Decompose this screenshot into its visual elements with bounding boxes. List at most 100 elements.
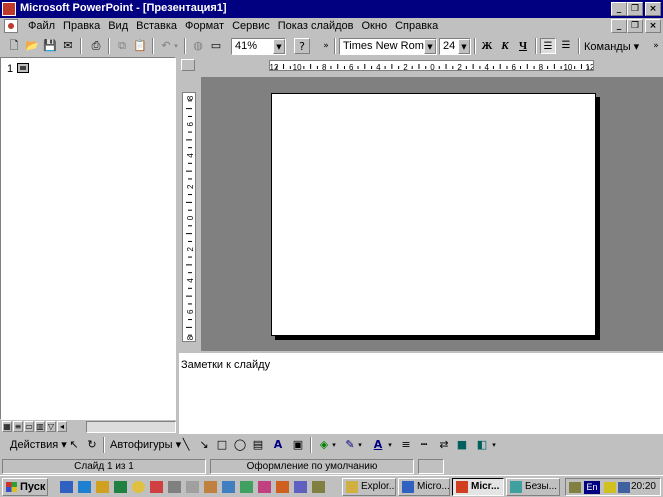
horizontal-ruler[interactable]: 12 10 8 6 4 2 0 2 4 6 8 10 12: [269, 60, 594, 71]
text-box-icon[interactable]: ▤: [250, 437, 266, 453]
clock[interactable]: 20:20: [631, 481, 656, 492]
italic-button[interactable]: К: [496, 38, 514, 54]
font-color-dropdown-icon[interactable]: ▾: [386, 437, 394, 453]
quick-launch-folder-icon[interactable]: [204, 481, 217, 493]
notes-pane[interactable]: Заметки к слайду: [179, 351, 663, 434]
vertical-ruler[interactable]: 8 6 4 2 0 2 4 6 8: [182, 92, 196, 342]
line-tool-icon[interactable]: ╲: [178, 437, 194, 453]
quick-launch-disk-icon[interactable]: [186, 481, 199, 493]
font-size-select[interactable]: 24 ▼: [439, 38, 471, 55]
task-explorer[interactable]: Explor...: [342, 478, 396, 496]
close-button[interactable]: ×: [645, 2, 661, 16]
quick-launch-search-icon[interactable]: [132, 481, 145, 493]
line-style-icon[interactable]: ≡: [398, 437, 414, 453]
align-left-icon[interactable]: ☰: [540, 38, 556, 54]
zoom-select[interactable]: 41% ▼: [231, 38, 286, 55]
3d-icon[interactable]: ◧: [474, 437, 490, 453]
menu-slide-show[interactable]: Показ слайдов: [274, 20, 358, 32]
select-objects-icon[interactable]: ↖: [66, 437, 82, 453]
task-paint[interactable]: Безы...: [506, 478, 560, 496]
language-indicator[interactable]: En: [584, 481, 600, 494]
commands-menu[interactable]: Команды ▾: [584, 40, 639, 58]
bold-button[interactable]: Ж: [478, 38, 496, 54]
document-icon[interactable]: [4, 19, 18, 33]
menu-view[interactable]: Вид: [104, 20, 132, 32]
menu-edit[interactable]: Правка: [59, 20, 104, 32]
menu-insert[interactable]: Вставка: [132, 20, 181, 32]
fill-color-dropdown-icon[interactable]: ▾: [330, 437, 338, 453]
title-bar[interactable]: Microsoft PowerPoint - [Презентация1] _ …: [0, 0, 663, 18]
arrow-style-icon[interactable]: ⇄: [436, 437, 452, 453]
clip-art-icon[interactable]: ▣: [290, 437, 306, 453]
open-folder-icon[interactable]: 📂: [24, 38, 40, 54]
quick-launch-tool-icon[interactable]: [168, 481, 181, 493]
menu-file[interactable]: Файл: [24, 20, 59, 32]
menu-format[interactable]: Формат: [181, 20, 228, 32]
quick-launch-desktop-icon[interactable]: [60, 481, 73, 493]
menu-tools[interactable]: Сервис: [228, 20, 274, 32]
actions-menu[interactable]: Действия ▾: [10, 438, 67, 451]
font-name-select[interactable]: Times New Roman ▼: [339, 38, 437, 55]
quick-launch-media-icon[interactable]: [258, 481, 271, 493]
shadow-icon[interactable]: ■: [454, 437, 470, 453]
slide-show-view-icon[interactable]: ▽: [46, 421, 56, 432]
toolbar-options-icon[interactable]: »: [648, 38, 663, 54]
undo-dropdown-icon[interactable]: ▾: [172, 38, 180, 54]
arrow-tool-icon[interactable]: ↘: [196, 437, 212, 453]
wordart-icon[interactable]: A: [270, 437, 286, 453]
doc-minimize-button[interactable]: _: [611, 19, 627, 33]
outline-pane[interactable]: 1: [0, 57, 176, 420]
help-icon[interactable]: ?: [294, 38, 310, 54]
print-icon[interactable]: ⎙: [88, 38, 104, 54]
insert-chart-icon[interactable]: ◍: [190, 38, 206, 54]
dash-style-icon[interactable]: ┅: [416, 437, 432, 453]
quick-launch-word-icon[interactable]: [222, 481, 235, 493]
align-center-icon[interactable]: ☰: [558, 38, 574, 54]
chevron-down-icon[interactable]: ▼: [458, 39, 470, 54]
doc-close-button[interactable]: ×: [645, 19, 661, 33]
new-document-icon[interactable]: 🗋: [6, 38, 22, 54]
quick-launch-ie-icon[interactable]: [78, 481, 91, 493]
free-rotate-icon[interactable]: ↻: [84, 437, 100, 453]
chevron-down-icon[interactable]: ▼: [273, 39, 285, 54]
chevron-down-icon[interactable]: ▼: [424, 39, 436, 54]
task-powerpoint[interactable]: Micr...: [452, 478, 504, 496]
quick-launch-outlook-icon[interactable]: [96, 481, 109, 493]
normal-view-icon[interactable]: ▦: [2, 421, 12, 432]
font-color-icon[interactable]: A: [370, 437, 386, 453]
quick-launch-misc-icon[interactable]: [312, 481, 325, 493]
save-icon[interactable]: 💾: [42, 38, 58, 54]
autoshapes-menu[interactable]: Автофигуры ▾: [110, 438, 181, 451]
paste-icon[interactable]: 📋: [132, 38, 148, 54]
slide-sorter-view-icon[interactable]: ▥: [35, 421, 45, 432]
scroll-left-icon[interactable]: ◂: [57, 421, 67, 432]
new-slide-icon[interactable]: ▭: [208, 38, 224, 54]
slide-view-icon[interactable]: ▭: [24, 421, 34, 432]
more-drawing-buttons-icon[interactable]: ▾: [490, 437, 498, 453]
quick-launch-access-icon[interactable]: [294, 481, 307, 493]
underline-button[interactable]: Ч: [514, 38, 532, 54]
powerpoint-app-icon[interactable]: [2, 2, 16, 16]
email-icon[interactable]: ✉: [60, 38, 76, 54]
rectangle-tool-icon[interactable]: □: [214, 437, 230, 453]
quick-launch-channels-icon[interactable]: [114, 481, 127, 493]
outline-horizontal-scrollbar[interactable]: [86, 421, 176, 433]
outline-view-icon[interactable]: ≡: [13, 421, 23, 432]
menu-help[interactable]: Справка: [391, 20, 442, 32]
doc-restore-button[interactable]: ❐: [627, 19, 643, 33]
slide-1[interactable]: [271, 93, 596, 336]
task-word[interactable]: Micro...: [398, 478, 450, 496]
quick-launch-app-icon[interactable]: [150, 481, 163, 493]
slide-thumbnail-icon[interactable]: [17, 63, 29, 73]
menu-window[interactable]: Окно: [358, 20, 392, 32]
notes-placeholder[interactable]: Заметки к слайду: [181, 359, 270, 371]
quick-launch-ppt-icon[interactable]: [276, 481, 289, 493]
oval-tool-icon[interactable]: ◯: [232, 437, 248, 453]
restore-button[interactable]: ❐: [627, 2, 643, 16]
tray-sound-icon[interactable]: [604, 482, 616, 493]
start-button[interactable]: Пуск: [2, 478, 48, 496]
minimize-button[interactable]: _: [611, 2, 627, 16]
more-buttons-icon[interactable]: »: [318, 38, 334, 54]
quick-launch-excel-icon[interactable]: [240, 481, 253, 493]
tray-network-icon[interactable]: [618, 482, 630, 493]
